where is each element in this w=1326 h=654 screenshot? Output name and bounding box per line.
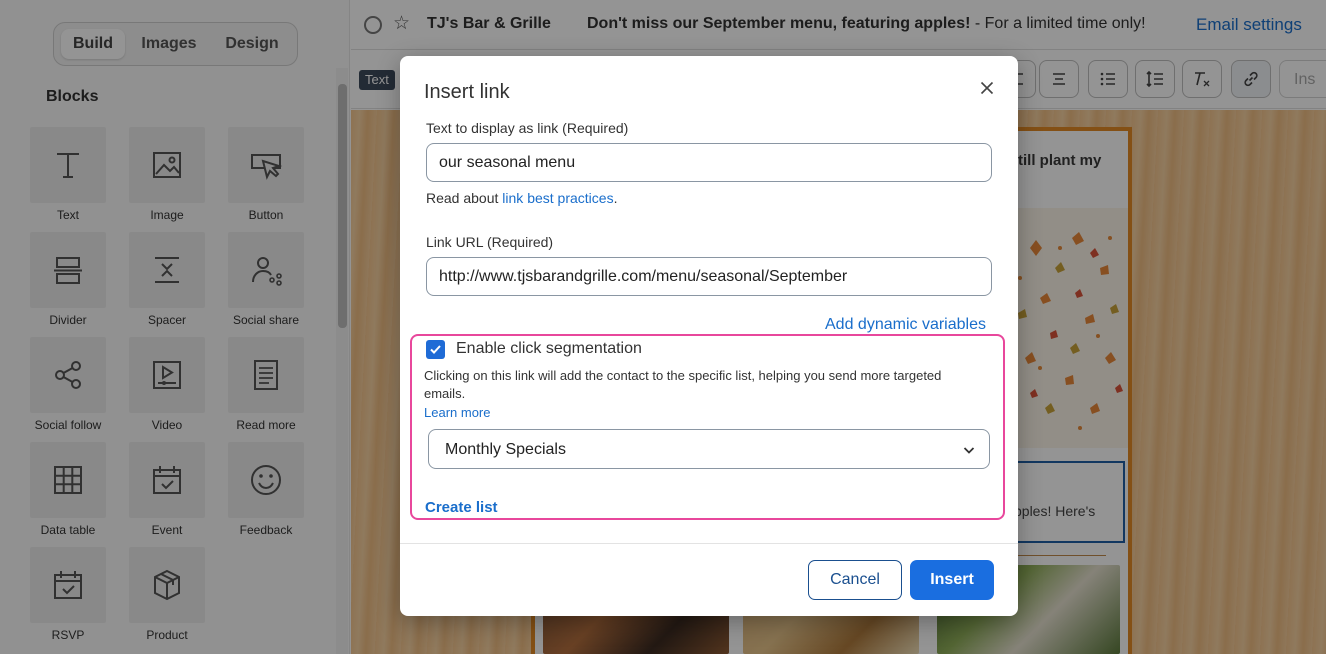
learn-more-link[interactable]: Learn more bbox=[424, 405, 490, 420]
display-text-input[interactable] bbox=[426, 143, 992, 182]
insert-link-dialog: Insert link Text to display as link (Req… bbox=[400, 56, 1018, 616]
insert-button[interactable]: Insert bbox=[910, 560, 994, 600]
help-prefix: Read about bbox=[426, 190, 503, 206]
dialog-footer-divider bbox=[400, 543, 1018, 544]
click-segmentation-checkbox[interactable] bbox=[426, 340, 445, 359]
checkmark-icon bbox=[430, 345, 441, 354]
help-suffix: . bbox=[613, 190, 618, 206]
contact-list-select[interactable]: Monthly Specials bbox=[428, 429, 990, 469]
selected-list-value: Monthly Specials bbox=[445, 441, 566, 458]
dialog-title: Insert link bbox=[424, 81, 510, 103]
close-button[interactable] bbox=[975, 76, 999, 100]
link-url-label: Link URL (Required) bbox=[426, 234, 554, 250]
create-list-link[interactable]: Create list bbox=[425, 499, 498, 516]
link-best-practices-link[interactable]: link best practices bbox=[502, 190, 613, 206]
segmentation-description: Clicking on this link will add the conta… bbox=[424, 368, 942, 401]
chevron-down-icon bbox=[963, 447, 975, 454]
add-dynamic-variables-link[interactable]: Add dynamic variables bbox=[825, 316, 986, 334]
link-best-practices-help: Read about link best practices. bbox=[426, 190, 617, 206]
display-text-label: Text to display as link (Required) bbox=[426, 120, 629, 136]
click-segmentation-highlight bbox=[410, 334, 1005, 520]
cancel-button[interactable]: Cancel bbox=[808, 560, 902, 600]
link-url-input[interactable] bbox=[426, 257, 992, 296]
close-icon bbox=[980, 81, 994, 95]
click-segmentation-label[interactable]: Enable click segmentation bbox=[456, 340, 642, 358]
